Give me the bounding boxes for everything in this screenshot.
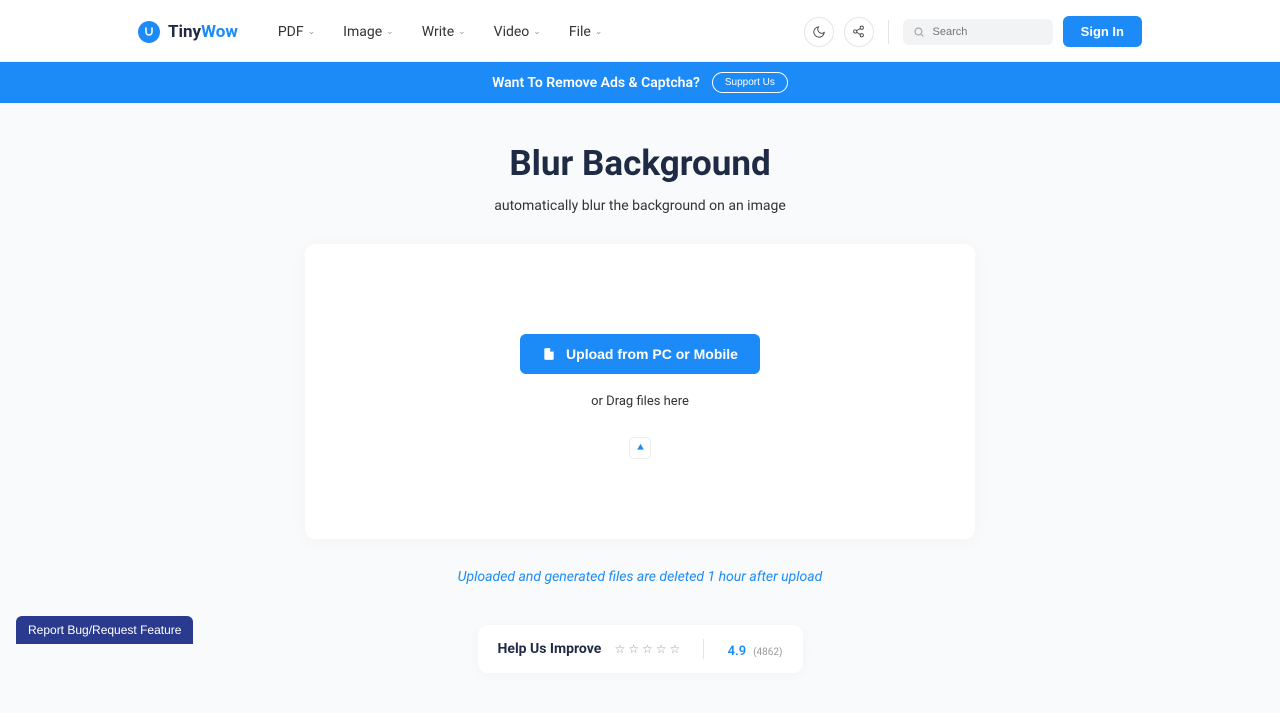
rating-display: 4.9 (4862) (728, 640, 783, 659)
signin-button[interactable]: Sign In (1063, 16, 1142, 47)
upload-button[interactable]: Upload from PC or Mobile (520, 334, 760, 374)
drag-text: or Drag files here (345, 394, 935, 409)
star-icon[interactable]: ☆ (656, 642, 667, 656)
search-box[interactable] (903, 19, 1053, 45)
logo[interactable]: TinyWow (138, 21, 238, 43)
search-input[interactable] (933, 26, 1043, 38)
nav-write[interactable]: Write⌄ (422, 24, 466, 40)
disclaimer-text: Uploaded and generated files are deleted… (20, 569, 1260, 585)
share-button[interactable] (844, 17, 874, 47)
nav-pdf[interactable]: PDF⌄ (278, 24, 315, 40)
page-subtitle: automatically blur the background on an … (20, 198, 1260, 214)
upload-card[interactable]: Upload from PC or Mobile or Drag files h… (305, 244, 975, 539)
chevron-down-icon: ⌄ (595, 27, 603, 37)
star-rating[interactable]: ☆ ☆ ☆ ☆ ☆ (614, 642, 680, 656)
google-drive-button[interactable] (629, 437, 651, 459)
search-icon (913, 25, 925, 39)
star-icon[interactable]: ☆ (670, 642, 681, 656)
nav-file[interactable]: File⌄ (569, 24, 603, 40)
nav-image[interactable]: Image⌄ (343, 24, 394, 40)
chevron-down-icon: ⌄ (533, 27, 541, 37)
header: TinyWow PDF⌄ Image⌄ Write⌄ Video⌄ File⌄ … (0, 2, 1280, 62)
feedback-card: Help Us Improve ☆ ☆ ☆ ☆ ☆ 4.9 (4862) (478, 625, 803, 673)
logo-icon (138, 21, 160, 43)
feedback-title: Help Us Improve (498, 641, 602, 657)
banner-text: Want To Remove Ads & Captcha? (492, 75, 700, 91)
chevron-down-icon: ⌄ (458, 27, 466, 37)
promo-banner: Want To Remove Ads & Captcha? Support Us (0, 62, 1280, 103)
star-icon[interactable]: ☆ (628, 642, 639, 656)
divider (888, 20, 889, 44)
main-nav: PDF⌄ Image⌄ Write⌄ Video⌄ File⌄ (278, 24, 804, 40)
logo-text: TinyWow (168, 22, 238, 42)
star-icon[interactable]: ☆ (614, 642, 625, 656)
dark-mode-toggle[interactable] (804, 17, 834, 47)
star-icon[interactable]: ☆ (642, 642, 653, 656)
report-bug-button[interactable]: Report Bug/Request Feature (16, 616, 193, 644)
nav-video[interactable]: Video⌄ (494, 24, 541, 40)
support-us-button[interactable]: Support Us (712, 72, 788, 93)
divider (703, 639, 704, 659)
chevron-down-icon: ⌄ (386, 27, 394, 37)
google-drive-icon (635, 443, 646, 453)
page-title: Blur Background (20, 143, 1260, 184)
file-icon (542, 347, 556, 361)
chevron-down-icon: ⌄ (308, 27, 316, 37)
